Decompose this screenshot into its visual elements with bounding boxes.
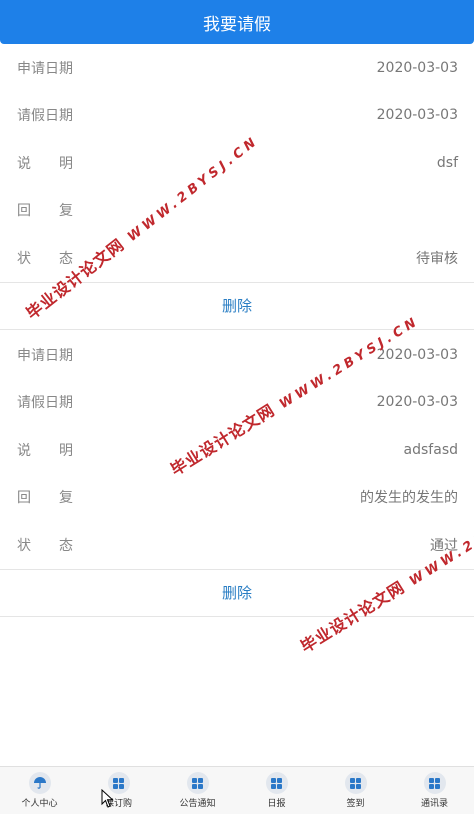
field-leave-date: 请假日期 2020-03-03 (0, 92, 474, 140)
grid-icon (423, 772, 446, 794)
field-apply-date: 申请日期 2020-03-03 (0, 44, 474, 92)
field-label: 请假日期 (17, 108, 73, 125)
bottom-tab-bar: 个人中心 课订购 公告通知 日报 签到 通讯录 (0, 766, 474, 814)
grid-icon (107, 772, 130, 794)
field-value: 待审核 (416, 250, 458, 267)
delete-row: 删除 (0, 568, 474, 617)
field-description: 说明 dsf (0, 139, 474, 187)
field-reply: 回复 (0, 187, 474, 235)
field-value: adsfasd (403, 441, 458, 458)
delete-button[interactable]: 删除 (222, 582, 252, 603)
tab-label: 公告通知 (179, 799, 216, 809)
tab-label: 签到 (346, 799, 365, 809)
field-status: 状态 待审核 (0, 234, 474, 282)
grid-icon (344, 772, 367, 794)
grid-icon (186, 772, 209, 794)
field-value: dsf (436, 154, 458, 171)
field-apply-date: 申请日期 2020-03-03 (0, 331, 474, 379)
delete-button[interactable]: 删除 (222, 295, 252, 316)
field-label: 回复 (17, 203, 73, 220)
field-value: 2020-03-03 (376, 59, 458, 76)
field-value: 的发生的发生的 (360, 490, 458, 507)
field-value: 2020-03-03 (376, 394, 458, 411)
umbrella-icon (28, 772, 51, 794)
field-reply: 回复 的发生的发生的 (0, 474, 474, 522)
field-label: 状态 (17, 537, 73, 554)
delete-row: 删除 (0, 281, 474, 330)
tab-course-order[interactable]: 课订购 (79, 767, 158, 814)
grid-icon (265, 772, 288, 794)
tab-announcements[interactable]: 公告通知 (158, 767, 237, 814)
app-header: 我要请假 (0, 0, 474, 44)
field-label: 说明 (17, 155, 73, 172)
tab-label: 个人中心 (21, 799, 58, 809)
tab-personal-center[interactable]: 个人中心 (0, 767, 79, 814)
field-value: 2020-03-03 (376, 107, 458, 124)
tab-label: 日报 (267, 799, 286, 809)
tab-contacts[interactable]: 通讯录 (395, 767, 474, 814)
field-leave-date: 请假日期 2020-03-03 (0, 379, 474, 427)
tab-label: 课订购 (104, 799, 132, 809)
field-label: 说明 (17, 442, 73, 459)
page-title: 我要请假 (203, 14, 271, 35)
leave-record-card: 申请日期 2020-03-03 请假日期 2020-03-03 说明 dsf 回… (0, 44, 474, 330)
tab-daily-report[interactable]: 日报 (237, 767, 316, 814)
field-status: 状态 通过 (0, 521, 474, 569)
field-label: 申请日期 (17, 60, 73, 77)
field-label: 回复 (17, 490, 73, 507)
field-label: 申请日期 (17, 347, 73, 364)
field-label: 请假日期 (17, 395, 73, 412)
field-description: 说明 adsfasd (0, 426, 474, 474)
tab-sign-in[interactable]: 签到 (316, 767, 395, 814)
field-value: 2020-03-03 (376, 346, 458, 363)
tab-label: 通讯录 (420, 799, 448, 809)
field-label: 状态 (17, 250, 73, 267)
leave-record-card: 申请日期 2020-03-03 请假日期 2020-03-03 说明 adsfa… (0, 331, 474, 617)
field-value: 通过 (430, 537, 458, 554)
